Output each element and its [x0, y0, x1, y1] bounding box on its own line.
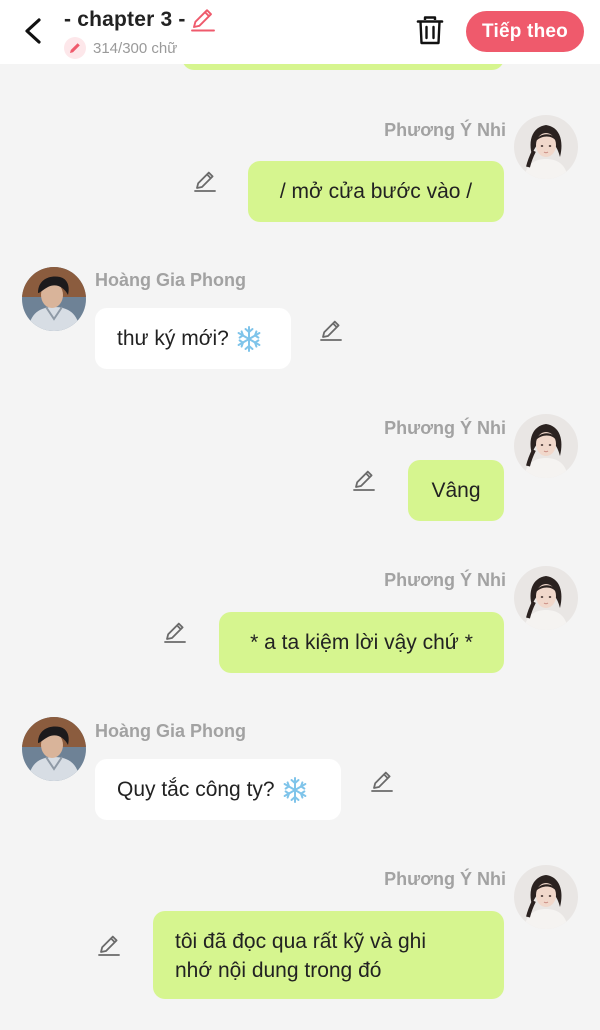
message-bubble[interactable]: thư ký mới?	[95, 308, 291, 369]
sender-name: Phương Ý Nhi	[384, 418, 506, 438]
chapter-title[interactable]: - chapter 3 -	[64, 8, 186, 32]
pencil-icon[interactable]	[318, 317, 344, 343]
message-bubble[interactable]: tôi đã đọc qua rất kỹ và ghi nhớ nội dun…	[153, 911, 504, 999]
chapter-title-row: - chapter 3 -	[64, 7, 216, 33]
message-text: thư ký mới?	[117, 327, 229, 350]
pencil-icon	[64, 37, 86, 59]
snowflake-icon	[281, 776, 309, 804]
edit-title-icon[interactable]	[190, 7, 216, 33]
avatar[interactable]	[22, 267, 86, 331]
word-count: 314/300 chữ	[93, 39, 178, 57]
sender-name: Phương Ý Nhi	[384, 120, 506, 140]
message-bubble[interactable]: Quy tắc công ty?	[95, 759, 341, 820]
sender-name: Phương Ý Nhi	[384, 570, 506, 590]
trash-icon[interactable]	[414, 14, 446, 48]
sender-name: Phương Ý Nhi	[384, 869, 506, 889]
avatar[interactable]	[514, 566, 578, 630]
pencil-icon[interactable]	[192, 168, 218, 194]
pencil-icon[interactable]	[162, 619, 188, 645]
message-text-line: tôi đã đọc qua rất kỹ và ghi	[175, 930, 426, 953]
avatar[interactable]	[514, 414, 578, 478]
pencil-icon[interactable]	[369, 768, 395, 794]
avatar[interactable]	[514, 865, 578, 929]
message-bubble[interactable]: Vâng	[408, 460, 504, 521]
message-text: Vâng	[431, 479, 481, 502]
message-bubble[interactable]: / mở cửa bước vào /	[248, 161, 504, 222]
snowflake-icon	[235, 325, 263, 353]
pencil-icon[interactable]	[351, 467, 377, 493]
message-text: / mở cửa bước vào /	[279, 180, 473, 203]
back-arrow-icon[interactable]	[18, 14, 48, 48]
message-text-line: nhớ nội dung trong đó	[175, 959, 382, 982]
top-bar: - chapter 3 - 314/300 chữ Tiếp theo	[0, 0, 600, 64]
message-text: * a ta kiệm lời vậy chứ *	[250, 631, 473, 654]
sender-name: Hoàng Gia Phong	[95, 721, 246, 741]
word-count-row: 314/300 chữ	[64, 37, 177, 59]
avatar[interactable]	[514, 115, 578, 179]
sender-name: Hoàng Gia Phong	[95, 270, 246, 290]
avatar[interactable]	[22, 717, 86, 781]
next-button[interactable]: Tiếp theo	[466, 11, 584, 52]
message-text: Quy tắc công ty?	[117, 778, 275, 801]
pencil-icon[interactable]	[96, 932, 122, 958]
chat-area: Phương Ý Nhi / mở cửa bước vào / Hoàng G…	[0, 0, 600, 1030]
message-bubble[interactable]: * a ta kiệm lời vậy chứ *	[219, 612, 504, 673]
